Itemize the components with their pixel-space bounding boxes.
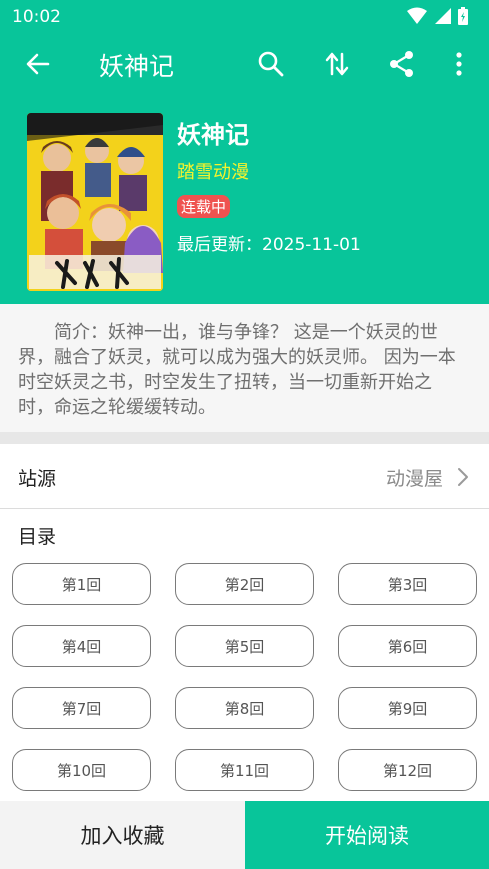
chapter-button[interactable]: 第9回	[338, 687, 477, 729]
comic-header: 妖神记 踏雪动漫 连载中 最后更新：2025-11-01	[0, 94, 489, 304]
chapter-button[interactable]: 第5回	[175, 625, 314, 667]
description-section: 简介：妖神一出，谁与争锋？ 这是一个妖灵的世界，融合了妖灵，就可以成为强大的妖灵…	[0, 304, 489, 432]
page-title: 妖神记	[99, 52, 175, 81]
chapter-button[interactable]: 第1回	[12, 563, 151, 605]
chapter-button[interactable]: 第2回	[175, 563, 314, 605]
chapter-button[interactable]: 第12回	[338, 749, 477, 791]
row-divider	[0, 508, 489, 509]
chapter-grid: 第1回 第2回 第3回 第4回 第5回 第6回 第7回 第8回 第9回 第10回…	[12, 563, 478, 793]
section-divider	[0, 432, 489, 444]
status-icons	[407, 6, 469, 26]
chapter-button[interactable]: 第6回	[338, 625, 477, 667]
comic-title: 妖神记	[177, 121, 249, 149]
chapter-button[interactable]: 第7回	[12, 687, 151, 729]
bottom-action-bar: 加入收藏 开始阅读	[0, 801, 489, 869]
comic-cover-image[interactable]	[27, 113, 163, 291]
chapter-button[interactable]: 第11回	[175, 749, 314, 791]
last-update: 最后更新：2025-11-01	[177, 235, 361, 255]
source-value: 动漫屋	[385, 468, 443, 490]
source-row[interactable]: 站源 动漫屋	[0, 444, 489, 508]
app-bar: 妖神记	[0, 34, 489, 94]
source-label: 站源	[18, 468, 57, 490]
toc-title: 目录	[18, 526, 57, 548]
comic-author[interactable]: 踏雪动漫	[177, 158, 249, 184]
status-badge: 连载中	[177, 195, 231, 218]
chapter-button[interactable]: 第8回	[175, 687, 314, 729]
add-favorite-button[interactable]: 加入收藏	[0, 801, 245, 869]
chapter-button[interactable]: 第10回	[12, 749, 151, 791]
start-reading-button[interactable]: 开始阅读	[245, 801, 489, 869]
status-time: 10:02	[12, 7, 61, 27]
share-icon[interactable]	[388, 50, 416, 78]
back-arrow-icon[interactable]	[24, 50, 52, 78]
chapter-button[interactable]: 第4回	[12, 625, 151, 667]
more-vert-icon[interactable]	[445, 50, 473, 78]
chapter-button[interactable]: 第3回	[338, 563, 477, 605]
signal-icon	[435, 8, 451, 24]
wifi-icon	[407, 7, 427, 24]
chevron-right-icon	[458, 468, 468, 486]
description-text: 简介：妖神一出，谁与争锋？ 这是一个妖灵的世界，融合了妖灵，就可以成为强大的妖灵…	[18, 322, 456, 418]
sort-icon[interactable]	[323, 50, 351, 78]
battery-icon	[458, 7, 468, 25]
search-icon[interactable]	[257, 50, 285, 78]
status-bar: 10:02	[0, 0, 489, 34]
